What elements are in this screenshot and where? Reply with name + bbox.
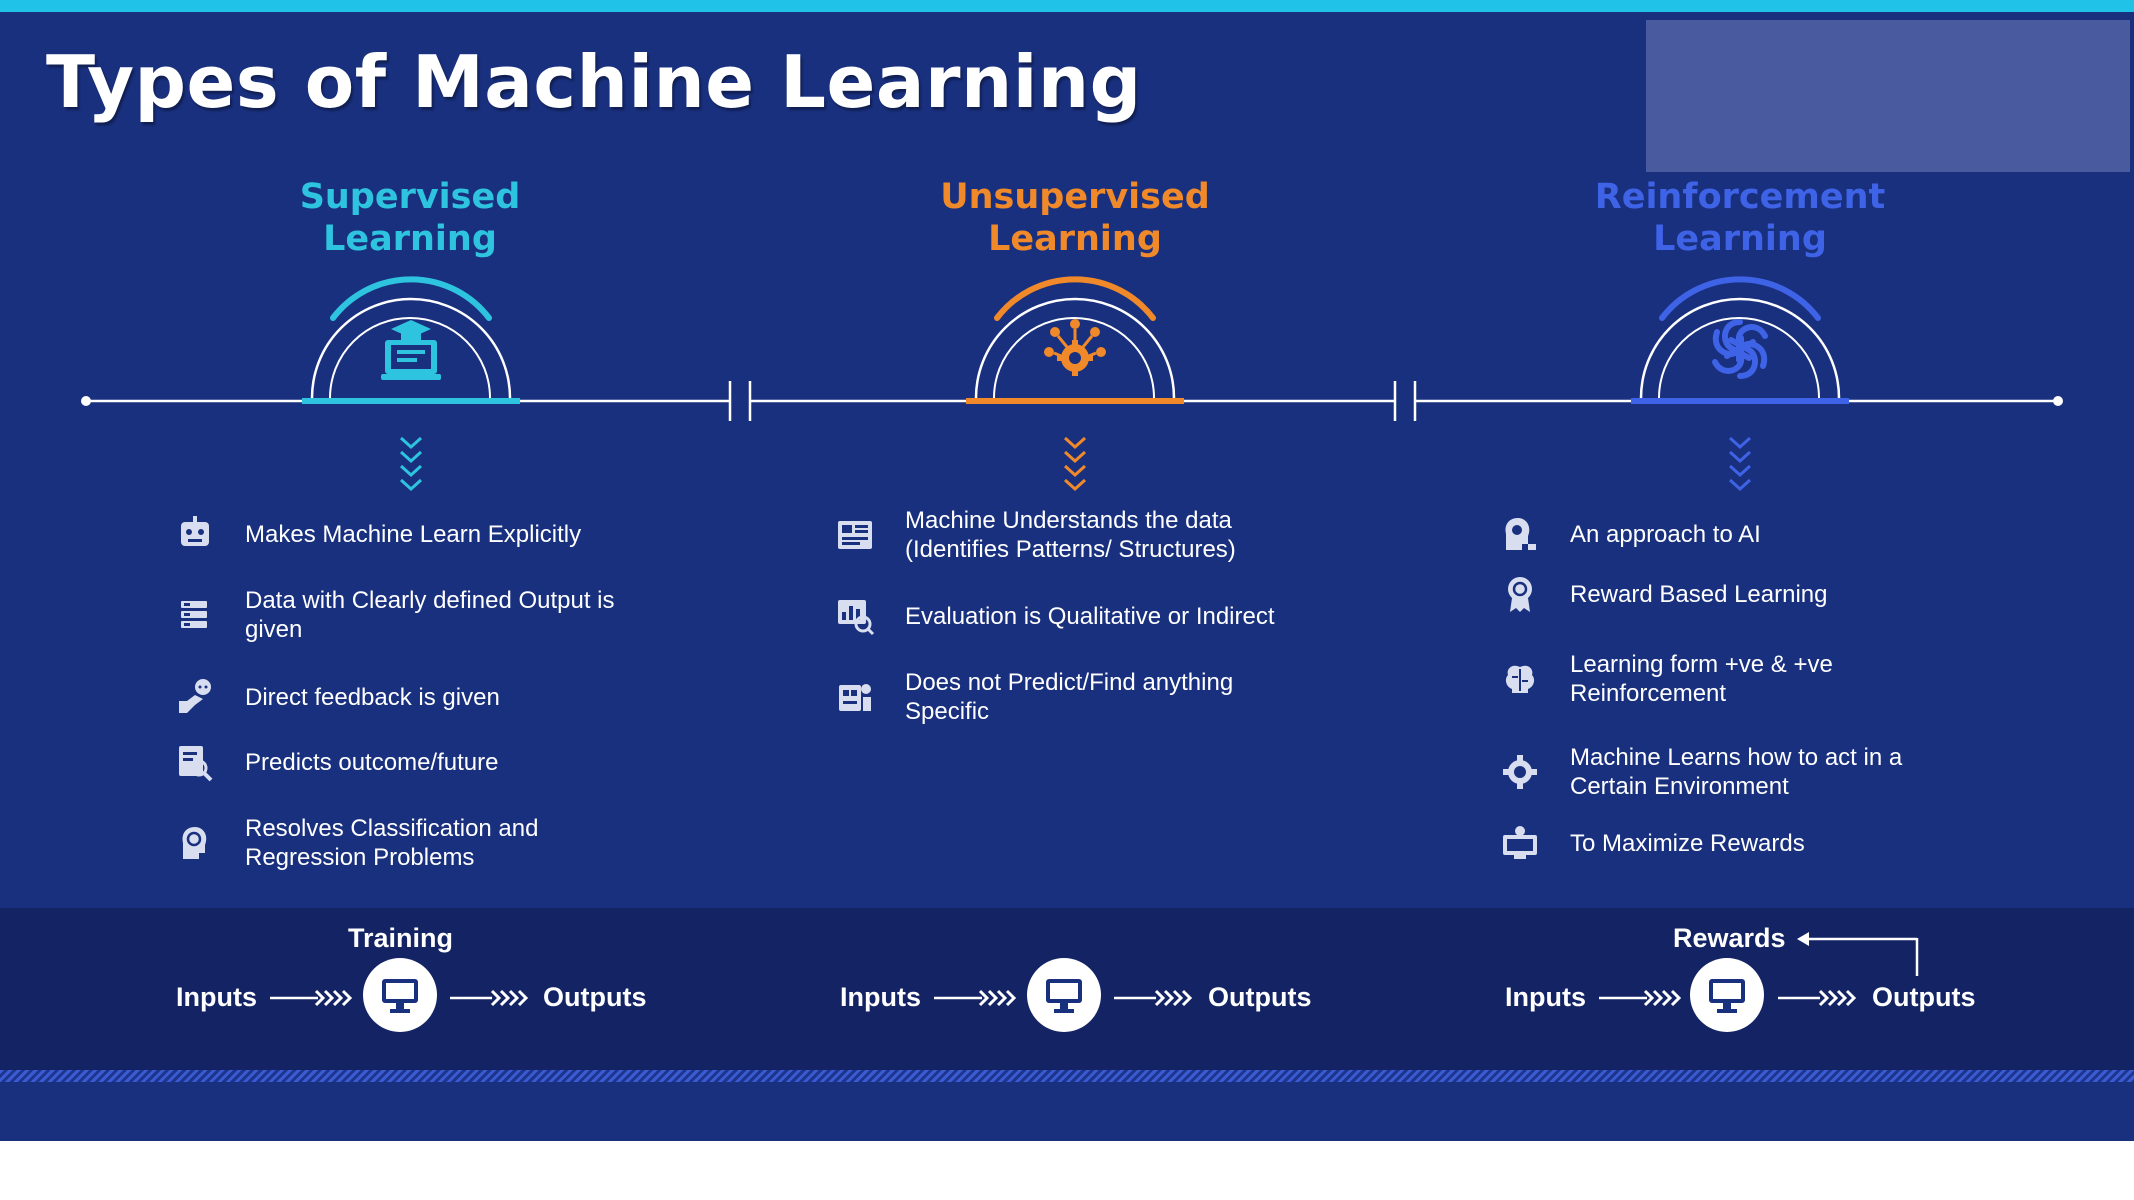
- supervised-feature-5-text: Resolves Classification and Regression P…: [245, 815, 539, 871]
- robot-chip-icon: [839, 684, 871, 711]
- search-document-icon: [179, 746, 213, 782]
- computer-icon: [1046, 979, 1082, 1013]
- supervised-feature-1: Makes Machine Learn Explicitly: [175, 514, 581, 554]
- rewards-feedback-arrow-icon: [1797, 932, 1919, 976]
- flow-1-input-arrow-icon: [270, 989, 353, 1007]
- unsupervised-chevrons-icon: [1063, 436, 1087, 492]
- reinforcement-feature-5: To Maximize Rewards: [1500, 823, 1805, 863]
- flow-2-outputs: Outputs: [1208, 982, 1312, 1012]
- timeline: [81, 276, 2063, 492]
- hatch-strip: [0, 1070, 2134, 1082]
- flow-3-top-label: Rewards: [1673, 923, 1786, 953]
- reinforcement-feature-4-text: Machine Learns how to act in a Certain E…: [1570, 744, 1903, 800]
- timeline-start-dot: [81, 396, 91, 406]
- unsupervised-feature-2: Evaluation is Qualitative or Indirect: [835, 596, 1275, 636]
- supervised-feature-5: Resolves Classification and Regression P…: [175, 814, 538, 872]
- knot-logo-icon: [1712, 319, 1768, 379]
- gear-brain-icon: [1503, 755, 1537, 789]
- feedback-hand-icon: [179, 679, 211, 713]
- flow-1-output-arrow-icon: [450, 989, 529, 1007]
- evaluation-chart-icon: [838, 600, 875, 636]
- unsupervised-feature-2-text: Evaluation is Qualitative or Indirect: [905, 602, 1275, 630]
- slide: Types of Machine Learning Supervised Lea…: [0, 0, 2134, 1141]
- ai-head-icon: [1505, 518, 1536, 550]
- database-icon: [181, 601, 207, 628]
- flow-1-computer-node: [363, 958, 437, 1032]
- reinforcement-feature-3: Learning form +ve & +ve Reinforcement: [1500, 650, 1833, 708]
- award-badge-icon: [1508, 577, 1532, 612]
- computer-icon: [1709, 979, 1745, 1013]
- flow-2-input-arrow-icon: [934, 989, 1017, 1007]
- gear-network-icon: [1044, 319, 1106, 376]
- flow-2-inputs: Inputs: [840, 982, 921, 1012]
- brain-book-icon: [1505, 665, 1535, 693]
- flow-1-outputs: Outputs: [543, 982, 647, 1012]
- supervised-feature-3-text: Direct feedback is given: [245, 683, 500, 711]
- monitor-user-icon: [1503, 826, 1537, 859]
- supervised-feature-4: Predicts outcome/future: [175, 742, 498, 782]
- flow-1-inputs: Inputs: [176, 982, 257, 1012]
- reinforcement-feature-5-text: To Maximize Rewards: [1570, 829, 1805, 857]
- supervised-feature-4-text: Predicts outcome/future: [245, 748, 499, 776]
- brain-head-icon: [182, 827, 207, 859]
- reinforcement-chevrons-icon: [1728, 436, 1752, 492]
- reinforcement-feature-1: An approach to AI: [1500, 514, 1761, 554]
- supervised-chevrons-icon: [399, 436, 423, 492]
- flow-2-output-arrow-icon: [1114, 989, 1193, 1007]
- unsupervised-feature-3: Does not Predict/Find anything Specific: [835, 668, 1233, 726]
- computer-icon: [382, 979, 418, 1013]
- graduate-computer-icon: [381, 320, 441, 380]
- supervised-feature-2-text: Data with Clearly defined Output is give…: [245, 587, 615, 643]
- reinforcement-feature-2: Reward Based Learning: [1500, 574, 1828, 614]
- flow-3-inputs: Inputs: [1505, 982, 1586, 1012]
- reinforcement-feature-2-text: Reward Based Learning: [1570, 580, 1828, 608]
- reinforcement-feature-1-text: An approach to AI: [1570, 520, 1761, 548]
- supervised-feature-1-text: Makes Machine Learn Explicitly: [245, 520, 582, 548]
- flow-2-computer-node: [1027, 958, 1101, 1032]
- unsupervised-feature-1-text: Machine Understands the data (Identifies…: [905, 507, 1236, 563]
- flow-3-output-arrow-icon: [1778, 989, 1857, 1007]
- robot-head-icon: [181, 516, 209, 546]
- dashboard-icon: [838, 521, 872, 549]
- unsupervised-feature-3-text: Does not Predict/Find anything Specific: [905, 669, 1234, 725]
- supervised-feature-2: Data with Clearly defined Output is give…: [175, 586, 615, 644]
- supervised-feature-3: Direct feedback is given: [175, 677, 500, 717]
- flow-1-top-label: Training: [348, 923, 454, 953]
- flow-3-input-arrow-icon: [1599, 989, 1682, 1007]
- unsupervised-feature-1: Machine Understands the data (Identifies…: [835, 506, 1236, 564]
- flow-3-computer-node: [1690, 958, 1764, 1032]
- timeline-end-dot: [2053, 396, 2063, 406]
- reinforcement-feature-4: Machine Learns how to act in a Certain E…: [1500, 743, 1902, 801]
- flow-3-outputs: Outputs: [1872, 982, 1976, 1012]
- reinforcement-feature-3-text: Learning form +ve & +ve Reinforcement: [1570, 651, 1833, 707]
